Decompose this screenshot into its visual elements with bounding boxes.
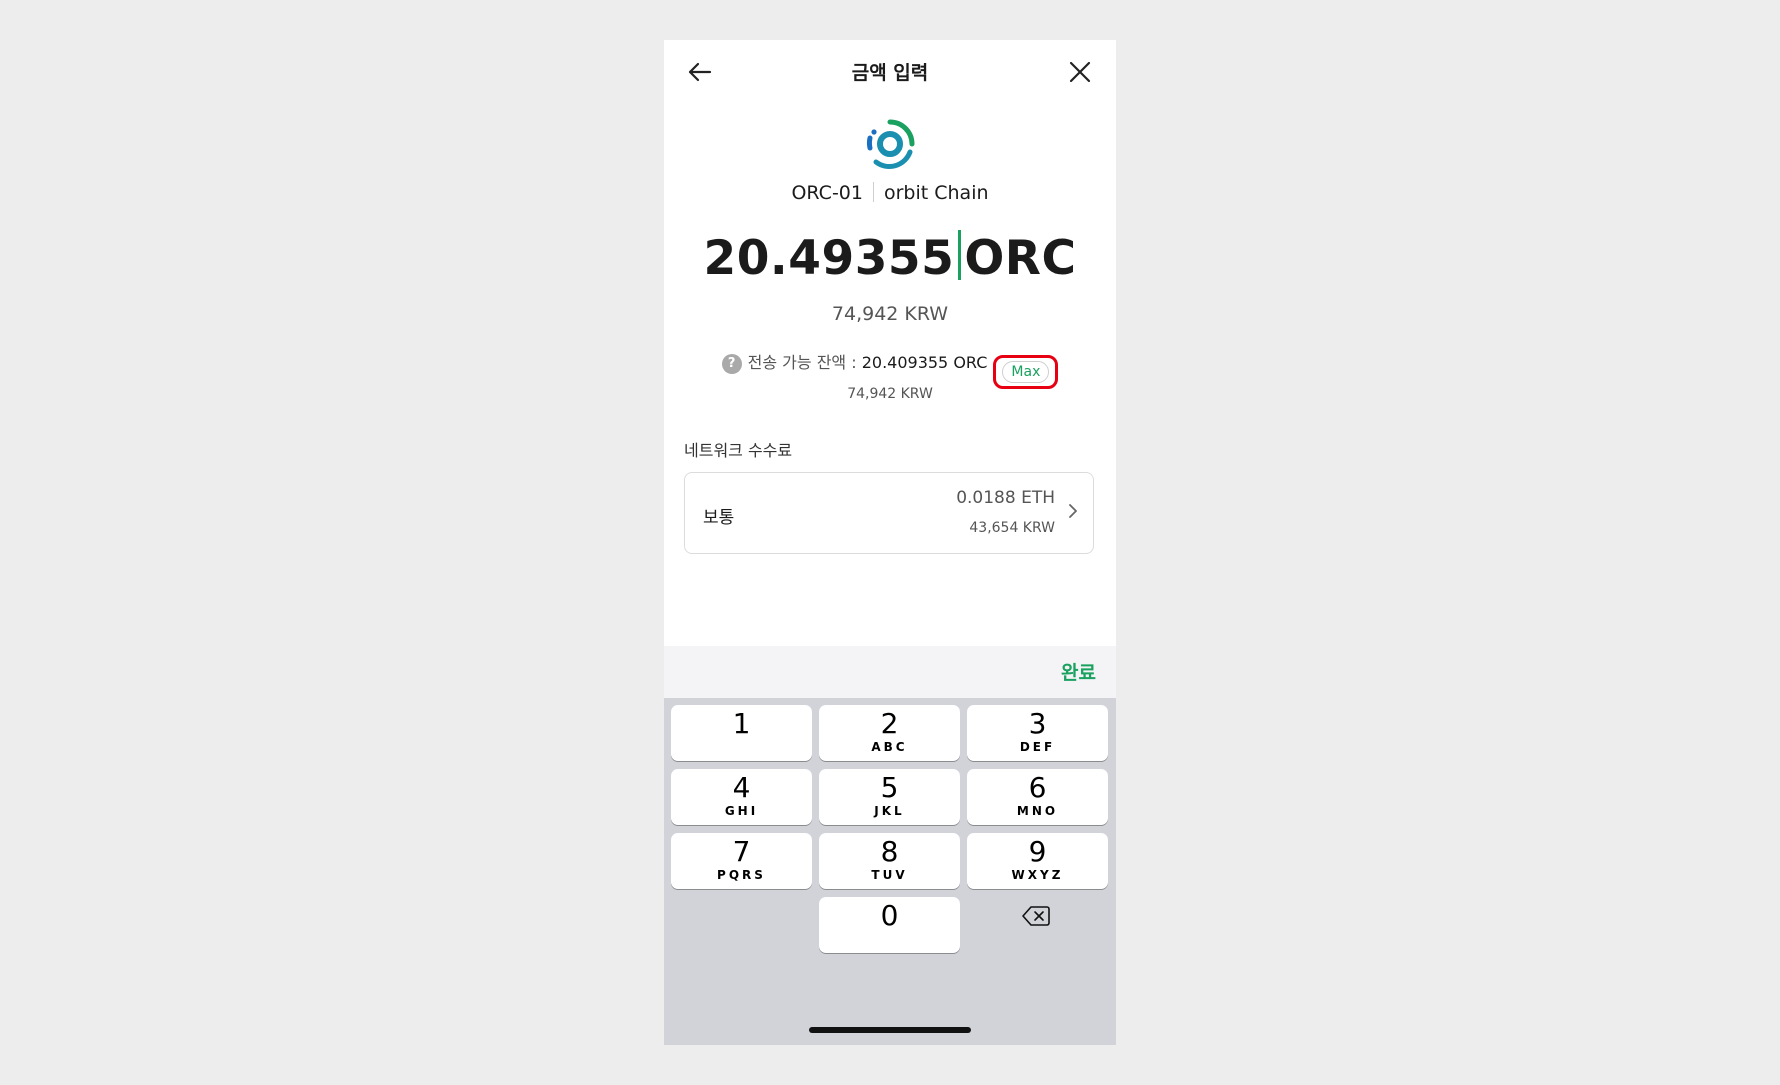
key-number: 0 [880,899,899,932]
key-number: 2 [880,707,899,740]
key-6[interactable]: 6 MNO [967,769,1108,825]
fee-krw: 43,654 KRW [969,520,1055,536]
key-letters: MNO [1016,804,1059,818]
key-number: 8 [880,835,899,868]
key-7[interactable]: 7 PQRS [671,833,812,889]
key-number: 3 [1028,707,1047,740]
fee-option-card[interactable]: 보통 0.0188 ETH 43,654 KRW [684,472,1094,554]
divider [872,182,874,202]
available-balance: ? 전송 가능 잔액 : 20.409355 ORC Max [664,349,1116,389]
chevron-right-icon [1069,504,1077,518]
key-letters: JKL [874,804,905,818]
close-icon[interactable] [1064,56,1096,88]
key-9[interactable]: 9 WXYZ [967,833,1108,889]
amount-input[interactable]: 20.49355 ORC [664,230,1116,286]
key-8[interactable]: 8 TUV [819,833,960,889]
header: 금액 입력 [664,40,1116,100]
key-number: 6 [1028,771,1047,804]
amount-krw: 74,942 KRW [831,303,949,325]
token-chain: orbit Chain [883,182,989,204]
key-1[interactable]: 1 [671,705,812,761]
key-5[interactable]: 5 JKL [819,769,960,825]
key-number: 9 [1028,835,1047,868]
key-letters: TUV [871,868,908,882]
page-title: 금액 입력 [851,62,929,84]
amount-unit: ORC [964,231,1077,286]
key-0[interactable]: 0 [819,897,960,953]
max-highlight[interactable]: Max [993,355,1059,389]
token-info: ORC-01 orbit Chain [664,182,1116,204]
key-number: 4 [732,771,751,804]
key-3[interactable]: 3 DEF [967,705,1108,761]
key-number: 1 [732,707,751,740]
amount-value: 20.49355 [703,231,955,286]
key-4[interactable]: 4 GHI [671,769,812,825]
available-krw: 74,942 KRW [847,386,933,402]
available-value: 20.409355 ORC [861,353,988,372]
key-number: 7 [732,835,751,868]
key-letters: DEF [1019,740,1056,754]
phone-screen: 금액 입력 ORC-01 orbit Chain 20.49355 ORC 74,9… [664,40,1116,1045]
done-button[interactable]: 완료 [1061,658,1096,685]
orbit-chain-logo-icon [866,119,915,169]
key-letters: PQRS [717,868,766,882]
home-indicator [809,1027,971,1033]
key-letters: GHI [724,804,759,818]
text-caret [958,230,962,280]
fee-section-title: 네트워크 수수료 [684,441,793,460]
backspace-icon[interactable] [1022,906,1050,926]
numeric-keypad: 1 2 ABC 3 DEF 4 GHI 5 JKL 6 MNO 7 PQRS 8 TUV 9W… [664,698,1116,1045]
key-2[interactable]: 2 ABC [819,705,960,761]
key-letters: WXYZ [1011,868,1064,882]
available-label: 전송 가능 잔액 : [747,353,862,372]
fee-level: 보통 [703,508,735,528]
max-button[interactable]: Max [1002,361,1050,383]
keyboard-toolbar: 완료 [664,646,1116,698]
token-symbol: ORC-01 [791,182,863,204]
key-letters: ABC [871,740,908,754]
key-number: 5 [880,771,899,804]
help-icon[interactable]: ? [721,354,742,374]
fee-eth: 0.0188 ETH [956,488,1055,508]
